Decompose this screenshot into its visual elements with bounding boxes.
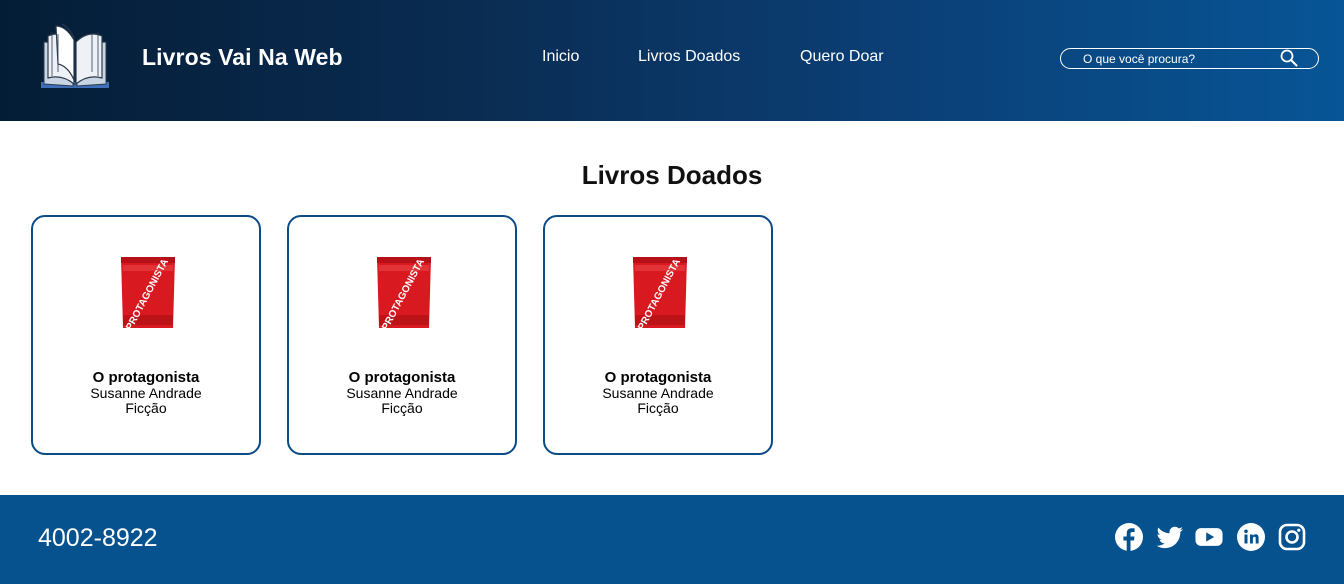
nav-link-quero-doar[interactable]: Quero Doar <box>800 48 884 66</box>
book-title: O protagonista <box>348 369 456 386</box>
facebook-icon[interactable] <box>1115 523 1143 551</box>
book-cover-image: PROTAGONISTA <box>377 257 431 330</box>
book-genre: Ficção <box>381 400 423 416</box>
footer-phone: 4002-8922 <box>38 524 158 552</box>
book-card[interactable]: PROTAGONISTA O protagonista Susanne Andr… <box>287 215 517 455</box>
search-icon[interactable] <box>1280 49 1298 67</box>
youtube-icon[interactable] <box>1195 523 1223 551</box>
nav-link-inicio[interactable]: Inicio <box>542 48 579 66</box>
book-genre: Ficção <box>637 400 679 416</box>
book-genre: Ficção <box>125 400 167 416</box>
book-author: Susanne Andrade <box>346 385 458 401</box>
brand-title: Livros Vai Na Web <box>142 44 343 70</box>
book-author: Susanne Andrade <box>90 385 202 401</box>
page-title: Livros Doados <box>581 160 763 190</box>
footer: 4002-8922 <box>0 495 1344 584</box>
search-input[interactable] <box>1083 51 1283 66</box>
book-title: O protagonista <box>92 369 200 386</box>
twitter-icon[interactable] <box>1156 523 1184 551</box>
search-box <box>1060 48 1319 69</box>
book-card[interactable]: PROTAGONISTA O protagonista Susanne Andr… <box>543 215 773 455</box>
header: Livros Vai Na Web Inicio Livros Doados Q… <box>0 0 1344 121</box>
book-cover-image: PROTAGONISTA <box>121 257 175 330</box>
nav-link-livros-doados[interactable]: Livros Doados <box>638 48 740 66</box>
book-card[interactable]: PROTAGONISTA O protagonista Susanne Andr… <box>31 215 261 455</box>
book-title: O protagonista <box>604 369 712 386</box>
linkedin-icon[interactable] <box>1237 523 1265 551</box>
book-author: Susanne Andrade <box>602 385 714 401</box>
open-book-logo-icon[interactable] <box>38 22 112 94</box>
book-cover-image: PROTAGONISTA <box>633 257 687 330</box>
instagram-icon[interactable] <box>1278 523 1306 551</box>
